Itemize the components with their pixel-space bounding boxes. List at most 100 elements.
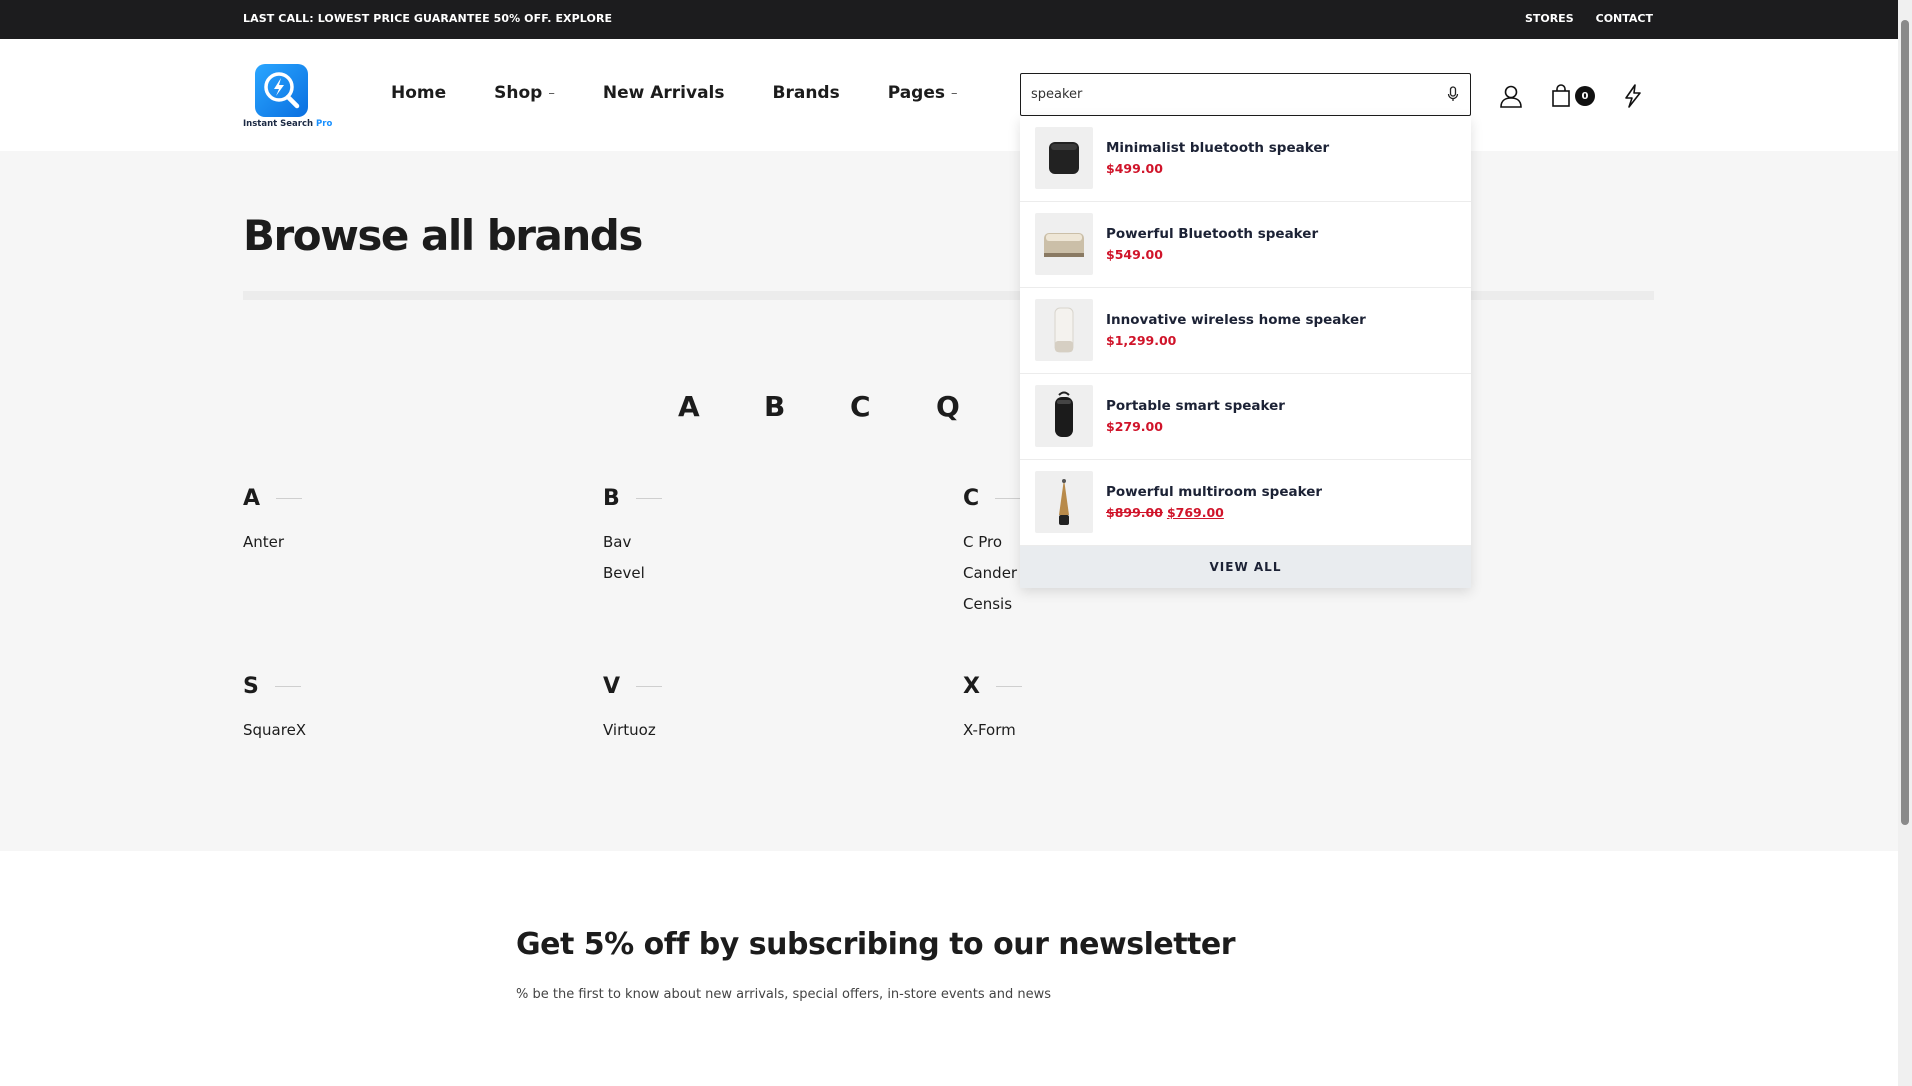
product-name: Innovative wireless home speaker — [1106, 312, 1366, 328]
brand-group-a: A Anter — [243, 485, 583, 551]
nav-new-arrivals-label: New Arrivals — [602, 83, 725, 103]
search-results-dropdown: Minimalist bluetooth speaker $499.00 Pow… — [1020, 116, 1471, 588]
newsletter-section: Get 5% off by subscribing to our newslet… — [0, 851, 1898, 1086]
brand-group-b: B Bav Bevel — [603, 485, 943, 582]
product-thumbnail — [1035, 299, 1093, 361]
contact-link[interactable]: CONTACT — [1596, 12, 1653, 25]
letter-filter: A B C Q — [678, 390, 1022, 423]
product-price: $279.00 — [1106, 419, 1163, 434]
search-input[interactable] — [1031, 74, 1431, 115]
current-price: $499.00 — [1106, 161, 1163, 176]
search-result-item[interactable]: Portable smart speaker $279.00 — [1020, 374, 1471, 460]
group-letter: A — [243, 485, 261, 511]
search-result-item[interactable]: Minimalist bluetooth speaker $499.00 — [1020, 116, 1471, 202]
group-letter: S — [243, 673, 259, 699]
current-price: $1,299.00 — [1106, 333, 1177, 348]
nav-home-label: Home — [391, 83, 447, 103]
product-thumbnail — [1035, 471, 1093, 533]
view-all-button[interactable]: VIEW ALL — [1020, 546, 1471, 588]
letter-filter-item[interactable]: C — [850, 390, 936, 423]
mic-icon[interactable] — [1446, 86, 1460, 102]
bag-icon[interactable] — [1549, 83, 1575, 109]
product-name: Portable smart speaker — [1106, 398, 1285, 414]
cart-count-badge: 0 — [1575, 86, 1595, 106]
product-name: Powerful multiroom speaker — [1106, 484, 1323, 500]
product-price: $549.00 — [1106, 247, 1163, 262]
group-letter: V — [603, 673, 621, 699]
search-box — [1020, 73, 1471, 116]
brand-link[interactable]: SquareX — [243, 721, 583, 739]
top-links: STORES CONTACT — [1525, 12, 1653, 25]
product-price: $499.00 — [1106, 161, 1163, 176]
product-thumbnail — [1035, 127, 1093, 189]
user-icon[interactable] — [1498, 83, 1524, 109]
brand-link[interactable]: Bevel — [603, 564, 943, 582]
group-divider — [995, 685, 1022, 687]
nav-new-arrivals[interactable]: New Arrivals — [603, 83, 725, 103]
brand-link[interactable]: Censis — [963, 595, 1303, 613]
product-name: Powerful Bluetooth speaker — [1106, 226, 1319, 242]
group-letter: X — [963, 673, 980, 699]
old-price: $899.00 — [1106, 505, 1163, 520]
logo-name: Instant Search — [243, 119, 314, 129]
group-divider — [276, 497, 303, 499]
group-divider — [995, 497, 1022, 499]
brand-link[interactable]: Anter — [243, 533, 583, 551]
current-price: $279.00 — [1106, 419, 1163, 434]
nav-home[interactable]: Home — [391, 83, 446, 103]
scrollbar-thumb[interactable] — [1901, 20, 1909, 825]
nav-shop[interactable]: Shop – — [494, 83, 555, 103]
nav-brands-label: Brands — [772, 83, 840, 103]
brand-link[interactable]: X-Form — [963, 721, 1303, 739]
product-thumbnail — [1035, 385, 1093, 447]
speaker-image — [1049, 142, 1079, 174]
group-divider — [274, 685, 301, 687]
page-title: Browse all brands — [243, 211, 643, 260]
current-price: $769.00 — [1166, 505, 1224, 520]
group-divider — [636, 685, 663, 687]
speaker-image — [1055, 391, 1073, 437]
stores-link[interactable]: STORES — [1525, 12, 1574, 25]
logo-caption: Instant Search Pro — [243, 119, 332, 129]
group-letter: C — [963, 485, 980, 511]
search-result-item[interactable]: Innovative wireless home speaker $1,299.… — [1020, 288, 1471, 374]
group-divider — [635, 497, 662, 499]
nav-pages-label: Pages — [887, 83, 945, 103]
brand-link[interactable]: Virtuoz — [603, 721, 943, 739]
nav-pages-marker: – — [951, 85, 958, 101]
nav-shop-label: Shop — [494, 83, 543, 103]
current-price: $549.00 — [1106, 247, 1163, 262]
logo[interactable]: Instant Search Pro — [243, 64, 332, 129]
brand-group-s: S SquareX — [243, 673, 583, 740]
search-bolt-logo-icon — [264, 72, 300, 109]
product-name: Minimalist bluetooth speaker — [1106, 140, 1330, 156]
product-price: $899.00 $769.00 — [1106, 505, 1224, 520]
speaker-image — [1059, 479, 1069, 525]
announcement-bar: LAST CALL: LOWEST PRICE GUARANTEE 50% OF… — [0, 0, 1898, 39]
nav-pages[interactable]: Pages – — [888, 83, 958, 103]
page-scrollbar[interactable] — [1898, 0, 1912, 1086]
group-letter: B — [603, 485, 620, 511]
site-header: Instant Search Pro Home Shop – New Arriva… — [0, 39, 1898, 151]
letter-filter-item[interactable]: Q — [936, 390, 1022, 423]
search-result-item[interactable]: Powerful Bluetooth speaker $549.00 — [1020, 202, 1471, 288]
search-result-item[interactable]: Powerful multiroom speaker $899.00 $769.0… — [1020, 460, 1471, 546]
main-nav: Home Shop – New Arrivals Brands Pages – — [391, 83, 958, 103]
newsletter-title: Get 5% off by subscribing to our newslet… — [516, 927, 1236, 962]
speaker-image — [1044, 233, 1084, 257]
newsletter-subtitle: % be the first to know about new arrival… — [516, 987, 1052, 1002]
bolt-icon[interactable] — [1620, 83, 1646, 109]
nav-brands[interactable]: Brands — [773, 83, 840, 103]
logo-suffix: Pro — [316, 119, 333, 129]
letter-filter-item[interactable]: A — [678, 390, 764, 423]
promo-text[interactable]: LAST CALL: LOWEST PRICE GUARANTEE 50% OF… — [243, 12, 612, 25]
logo-tile — [255, 64, 308, 117]
brand-link[interactable]: Bav — [603, 533, 943, 551]
brands-section: Browse all brands A B C Q A Anter B Bav … — [0, 151, 1898, 851]
letter-filter-item[interactable]: B — [764, 390, 850, 423]
product-thumbnail — [1035, 213, 1093, 275]
speaker-image — [1054, 307, 1074, 353]
product-price: $1,299.00 — [1106, 333, 1176, 348]
nav-shop-marker: – — [548, 85, 555, 101]
brand-group-v: V Virtuoz — [603, 673, 943, 739]
